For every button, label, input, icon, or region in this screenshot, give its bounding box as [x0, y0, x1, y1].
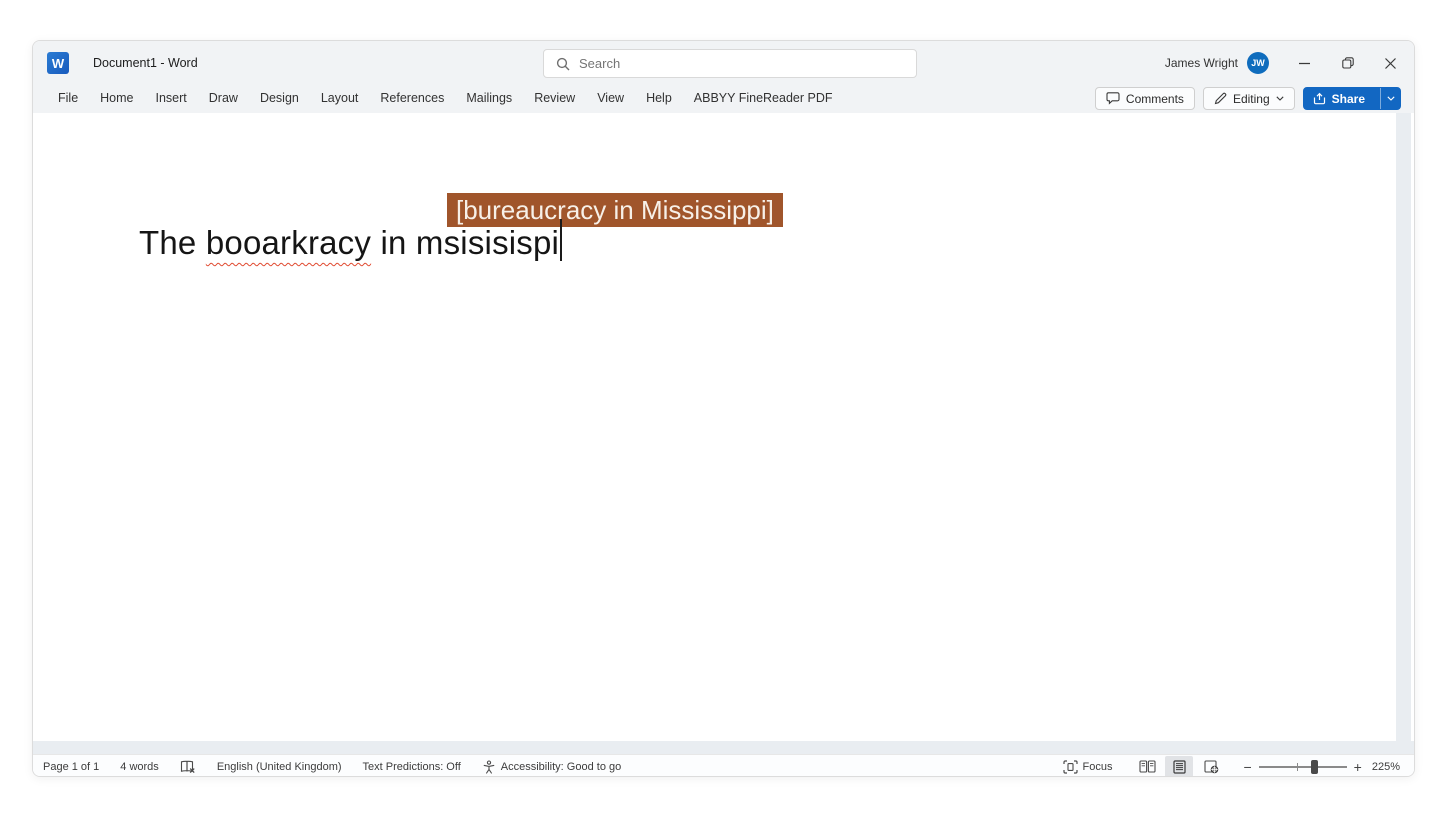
share-icon: [1313, 92, 1326, 105]
page-indicator[interactable]: Page 1 of 1: [43, 761, 99, 773]
close-button[interactable]: [1369, 41, 1412, 85]
tab-insert[interactable]: Insert: [145, 85, 198, 113]
chevron-down-icon: [1276, 96, 1284, 101]
proofing-errors-icon[interactable]: [180, 760, 196, 774]
focus-icon: [1062, 759, 1078, 774]
search-icon: [556, 57, 570, 71]
share-button[interactable]: Share: [1302, 87, 1401, 110]
document-title: Document1 - Word: [93, 56, 198, 70]
text-predictions-indicator[interactable]: Text Predictions: Off: [363, 761, 461, 773]
zoom-in-button[interactable]: +: [1354, 759, 1362, 775]
tab-file[interactable]: File: [47, 85, 89, 113]
print-layout-view-button[interactable]: [1165, 755, 1194, 776]
user-name[interactable]: James Wright: [1165, 56, 1238, 70]
focus-mode-button[interactable]: Focus: [1062, 759, 1113, 774]
accessibility-label: Accessibility: Good to go: [500, 760, 622, 773]
user-avatar[interactable]: JW: [1247, 52, 1269, 74]
zoom-slider[interactable]: [1258, 759, 1347, 774]
comment-icon: [1106, 92, 1120, 105]
zoom-level[interactable]: 225%: [1372, 761, 1400, 773]
editing-label: Editing: [1232, 91, 1270, 106]
tab-home[interactable]: Home: [89, 85, 144, 113]
tab-review[interactable]: Review: [523, 85, 586, 113]
word-count[interactable]: 4 words: [120, 761, 159, 773]
minimize-button[interactable]: [1283, 41, 1326, 85]
share-dropdown[interactable]: [1380, 88, 1400, 109]
zoom-100-notch: [1296, 762, 1299, 771]
accessibility-indicator[interactable]: Accessibility: Good to go: [482, 759, 622, 774]
comments-label: Comments: [1125, 91, 1184, 106]
tab-help[interactable]: Help: [635, 85, 683, 113]
read-mode-view-button[interactable]: [1133, 756, 1161, 777]
status-bar: Page 1 of 1 4 words English (United King…: [33, 754, 1414, 777]
share-label: Share: [1331, 91, 1365, 106]
ribbon-tab-bar: File Home Insert Draw Design Layout Refe…: [33, 85, 1414, 113]
comments-button[interactable]: Comments: [1094, 87, 1195, 110]
document-text-line[interactable]: The booarkracy in msisisispi: [139, 219, 562, 262]
tab-mailings[interactable]: Mailings: [455, 85, 523, 113]
vertical-scrollbar[interactable]: [1396, 113, 1411, 741]
tab-references[interactable]: References: [369, 85, 455, 113]
tab-draw[interactable]: Draw: [198, 85, 249, 113]
zoom-slider-thumb[interactable]: [1310, 759, 1318, 774]
text-before: The: [139, 224, 206, 261]
text-cursor: [560, 219, 562, 261]
search-box[interactable]: [543, 49, 917, 78]
word-app-icon: W: [47, 52, 69, 74]
language-indicator[interactable]: English (United Kingdom): [217, 761, 342, 773]
word-window: W Document1 - Word James Wright JW File …: [32, 40, 1415, 777]
restore-button[interactable]: [1326, 41, 1369, 85]
search-input[interactable]: [579, 56, 879, 71]
horizontal-scrollbar[interactable]: [33, 741, 1414, 754]
tab-abbyy-finereader[interactable]: ABBYY FineReader PDF: [683, 85, 844, 113]
misspelled-word[interactable]: booarkracy: [206, 224, 371, 261]
tab-design[interactable]: Design: [249, 85, 310, 113]
focus-label: Focus: [1082, 760, 1113, 773]
accessibility-icon: [482, 759, 496, 774]
zoom-out-button[interactable]: −: [1243, 759, 1251, 775]
pencil-icon: [1214, 92, 1227, 105]
web-layout-view-button[interactable]: [1197, 756, 1225, 777]
title-bar: W Document1 - Word James Wright JW: [33, 41, 1414, 85]
document-canvas[interactable]: [bureaucracy in Mississippi] The booarkr…: [33, 113, 1414, 741]
editing-mode-button[interactable]: Editing: [1202, 87, 1295, 110]
text-after: in msisisispi: [371, 224, 560, 261]
tab-layout[interactable]: Layout: [310, 85, 370, 113]
tab-view[interactable]: View: [586, 85, 635, 113]
